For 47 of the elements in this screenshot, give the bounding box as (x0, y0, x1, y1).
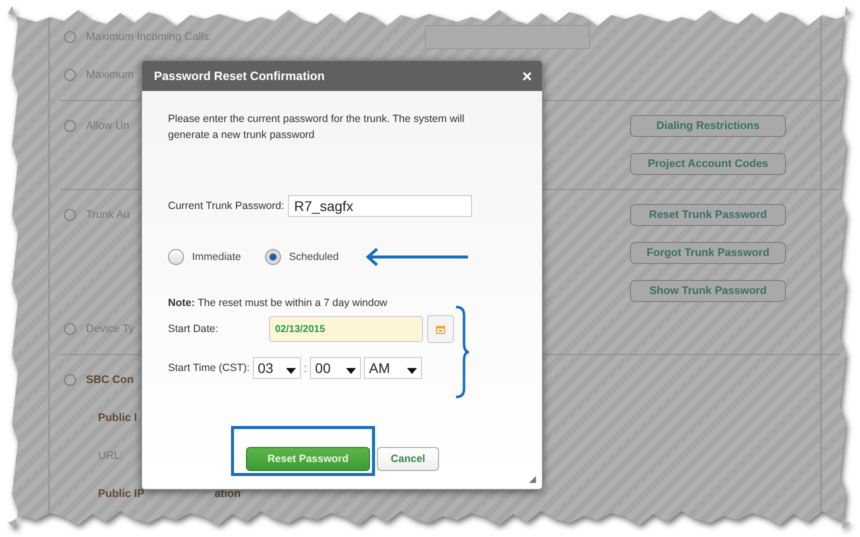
setting-label: ation (214, 488, 241, 500)
setting-label: Public I (98, 412, 138, 424)
setting-button[interactable]: Project Account Codes (630, 153, 786, 175)
password-label: Current Trunk Password: (168, 200, 284, 212)
hour-select[interactable]: 03 (252, 357, 301, 379)
help-icon[interactable] (64, 209, 76, 221)
setting-label: Public IP (98, 488, 144, 500)
input-field[interactable] (424, 25, 590, 49)
help-icon[interactable] (64, 120, 76, 132)
radio-label: Scheduled (289, 251, 339, 263)
help-icon[interactable] (64, 374, 76, 386)
start-date-label: Start Date: (168, 323, 220, 335)
minute-select[interactable]: 00 (310, 357, 362, 379)
date-field[interactable]: 02/13/2015 (269, 316, 423, 342)
setting-label: Allow Un (86, 120, 130, 132)
calendar-button[interactable] (427, 315, 454, 343)
note-text: Note: The reset must be within a 7 day window (168, 297, 388, 309)
setting-label: Trunk Au (86, 209, 130, 221)
dialog-title: Password Reset Confirmation (154, 69, 325, 83)
radio-label: Immediate (192, 251, 242, 263)
time-separator: : (304, 361, 308, 375)
radio-button[interactable] (168, 249, 184, 265)
ampm-select[interactable]: AM (364, 357, 422, 379)
setting-button[interactable]: Reset Trunk Password (630, 204, 786, 226)
setting-button[interactable]: Forgot Trunk Password (630, 242, 786, 264)
setting-label: SBC Con (86, 374, 134, 386)
help-icon[interactable] (64, 69, 76, 81)
caret-icon (346, 368, 356, 374)
password-field[interactable]: R7_sagfx (288, 195, 472, 217)
help-icon[interactable] (64, 31, 76, 43)
instruction-text: Please enter the current password for the trunk. The system will generate a new trunk password (168, 112, 466, 143)
setting-label: Maximum Incoming Calls: (86, 31, 212, 43)
setting-label: Device Ty (86, 323, 134, 335)
calendar-icon (436, 324, 445, 334)
caret-icon (286, 368, 296, 374)
reset-password-button[interactable]: Reset Password (246, 447, 370, 471)
setting-label: Maximum (86, 69, 134, 81)
help-icon[interactable] (64, 323, 76, 335)
radio-button[interactable] (265, 249, 282, 265)
caret-icon (407, 368, 418, 374)
close-button[interactable]: × (522, 68, 532, 84)
start-time-label: Start Time (CST): (168, 362, 250, 374)
setting-button[interactable]: Dialing Restrictions (630, 115, 786, 137)
cancel-button[interactable]: Cancel (377, 447, 439, 471)
setting-label: URL: (98, 450, 124, 462)
resize-grip-icon[interactable] (529, 476, 536, 483)
setting-button[interactable]: Show Trunk Password (630, 280, 786, 302)
